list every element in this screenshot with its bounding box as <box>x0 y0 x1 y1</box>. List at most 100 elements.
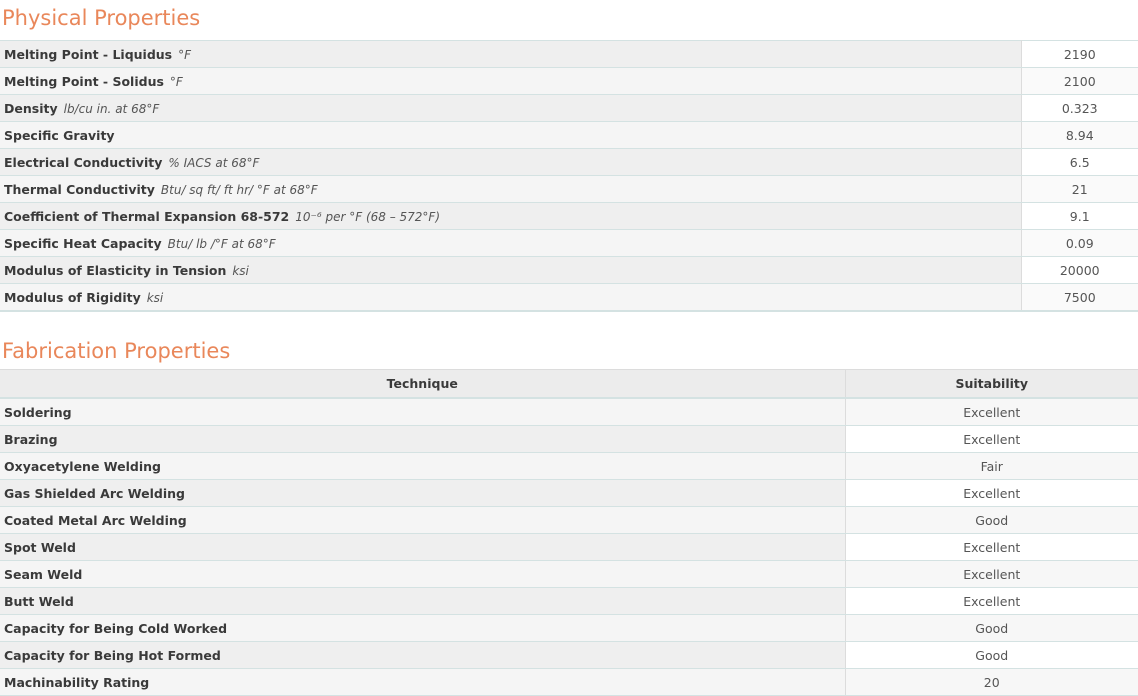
table-row: Modulus of Elasticity in Tension ksi 20000 <box>0 256 1138 284</box>
property-label: Specific Gravity <box>0 121 1022 149</box>
property-value: 9.1 <box>1021 202 1138 230</box>
fabrication-properties-title: Fabrication Properties <box>2 339 231 363</box>
suitability-value: Excellent <box>845 560 1138 588</box>
table-row: Coated Metal Arc Welding Good <box>0 506 1138 534</box>
technique-label: Butt Weld <box>0 587 846 615</box>
table-row: Density lb/cu in. at 68°F 0.323 <box>0 94 1138 122</box>
technique-label: Coated Metal Arc Welding <box>0 506 846 534</box>
property-value: 2190 <box>1021 40 1138 68</box>
technique-name: Butt Weld <box>4 593 74 609</box>
technique-label: Seam Weld <box>0 560 846 588</box>
technique-label: Oxyacetylene Welding <box>0 452 846 480</box>
technique-label: Capacity for Being Cold Worked <box>0 614 846 642</box>
property-label: Melting Point - Liquidus °F <box>0 40 1022 68</box>
technique-header[interactable]: Technique <box>0 369 846 399</box>
property-label: Coefficient of Thermal Expansion 68-572 1… <box>0 202 1022 230</box>
suitability-value: Excellent <box>845 533 1138 561</box>
technique-label: Gas Shielded Arc Welding <box>0 479 846 507</box>
property-value: 8.94 <box>1021 121 1138 149</box>
table-row: Capacity for Being Hot Formed Good <box>0 641 1138 669</box>
property-label: Specific Heat Capacity Btu/ lb /°F at 68°… <box>0 229 1022 257</box>
property-value: 0.09 <box>1021 229 1138 257</box>
property-name: Density <box>4 100 58 116</box>
suitability-value: Excellent <box>845 479 1138 507</box>
property-name: Specific Heat Capacity <box>4 235 162 251</box>
table-row: Oxyacetylene Welding Fair <box>0 452 1138 480</box>
property-value: 0.323 <box>1021 94 1138 122</box>
table-row: Coefficient of Thermal Expansion 68-572 1… <box>0 202 1138 230</box>
suitability-value: Good <box>845 506 1138 534</box>
property-name: Melting Point - Liquidus <box>4 46 173 62</box>
table-row: Modulus of Rigidity ksi 7500 <box>0 283 1138 312</box>
property-name: Modulus of Elasticity in Tension <box>4 262 227 278</box>
physical-properties-title: Physical Properties <box>2 6 201 30</box>
physical-properties-table: Melting Point - Liquidus °F 2190 Melting Po… <box>0 40 1138 312</box>
suitability-value: Good <box>845 614 1138 642</box>
technique-name: Brazing <box>4 431 58 447</box>
suitability-header[interactable]: Suitability <box>845 369 1138 399</box>
property-value: 7500 <box>1021 283 1138 312</box>
property-name: Melting Point - Solidus <box>4 73 164 89</box>
property-value: 6.5 <box>1021 148 1138 176</box>
technique-name: Capacity for Being Hot Formed <box>4 647 221 663</box>
property-unit: ksi <box>232 263 249 278</box>
suitability-value: Excellent <box>845 398 1138 426</box>
table-row: Melting Point - Liquidus °F 2190 <box>0 40 1138 68</box>
technique-label: Brazing <box>0 425 846 453</box>
technique-label: Capacity for Being Hot Formed <box>0 641 846 669</box>
fabrication-properties-table: Technique Suitability Soldering Excellent… <box>0 369 1138 696</box>
property-value: 20000 <box>1021 256 1138 284</box>
property-name: Coefficient of Thermal Expansion 68-572 <box>4 208 290 224</box>
technique-name: Capacity for Being Cold Worked <box>4 620 228 636</box>
property-value: 2100 <box>1021 67 1138 95</box>
table-row: Electrical Conductivity % IACS at 68°F 6.5 <box>0 148 1138 176</box>
property-unit: Btu/ sq ft/ ft hr/ °F at 68°F <box>160 182 318 197</box>
table-row: Spot Weld Excellent <box>0 533 1138 561</box>
technique-name: Oxyacetylene Welding <box>4 458 161 474</box>
table-row: Melting Point - Solidus °F 2100 <box>0 67 1138 95</box>
property-label: Density lb/cu in. at 68°F <box>0 94 1022 122</box>
table-header-row: Technique Suitability <box>0 369 1138 399</box>
property-name: Electrical Conductivity <box>4 154 163 170</box>
property-unit: lb/cu in. at 68°F <box>63 101 160 116</box>
table-row: Brazing Excellent <box>0 425 1138 453</box>
table-row: Butt Weld Excellent <box>0 587 1138 615</box>
table-row: Thermal Conductivity Btu/ sq ft/ ft hr/ °… <box>0 175 1138 203</box>
table-row: Specific Gravity 8.94 <box>0 121 1138 149</box>
table-row: Specific Heat Capacity Btu/ lb /°F at 68°… <box>0 229 1138 257</box>
property-unit: °F <box>169 74 183 89</box>
property-unit: Btu/ lb /°F at 68°F <box>167 236 276 251</box>
technique-name: Soldering <box>4 404 72 420</box>
property-label: Electrical Conductivity % IACS at 68°F <box>0 148 1022 176</box>
property-label: Thermal Conductivity Btu/ sq ft/ ft hr/ °… <box>0 175 1022 203</box>
property-unit: °F <box>178 47 192 62</box>
property-value: 21 <box>1021 175 1138 203</box>
technique-label: Machinability Rating <box>0 668 846 696</box>
property-unit: % IACS at 68°F <box>168 155 260 170</box>
technique-name: Spot Weld <box>4 539 76 555</box>
suitability-value: Good <box>845 641 1138 669</box>
technique-label: Spot Weld <box>0 533 846 561</box>
technique-name: Seam Weld <box>4 566 83 582</box>
technique-label: Soldering <box>0 398 846 426</box>
suitability-value: Excellent <box>845 587 1138 615</box>
suitability-value: Fair <box>845 452 1138 480</box>
technique-name: Coated Metal Arc Welding <box>4 512 187 528</box>
table-row: Soldering Excellent <box>0 398 1138 426</box>
property-unit: ksi <box>146 290 164 305</box>
table-row: Gas Shielded Arc Welding Excellent <box>0 479 1138 507</box>
suitability-value: Excellent <box>845 425 1138 453</box>
technique-name: Gas Shielded Arc Welding <box>4 485 185 501</box>
property-name: Thermal Conductivity <box>4 181 155 197</box>
technique-name: Machinability Rating <box>4 674 150 690</box>
property-label: Modulus of Rigidity ksi <box>0 283 1022 312</box>
property-name: Modulus of Rigidity <box>4 289 141 305</box>
property-name: Specific Gravity <box>4 127 115 143</box>
property-label: Modulus of Elasticity in Tension ksi <box>0 256 1022 284</box>
property-label: Melting Point - Solidus °F <box>0 67 1022 95</box>
suitability-value: 20 <box>845 668 1138 696</box>
property-unit: 10⁻⁶ per °F (68 – 572°F) <box>295 209 441 224</box>
table-row: Capacity for Being Cold Worked Good <box>0 614 1138 642</box>
table-row: Seam Weld Excellent <box>0 560 1138 588</box>
